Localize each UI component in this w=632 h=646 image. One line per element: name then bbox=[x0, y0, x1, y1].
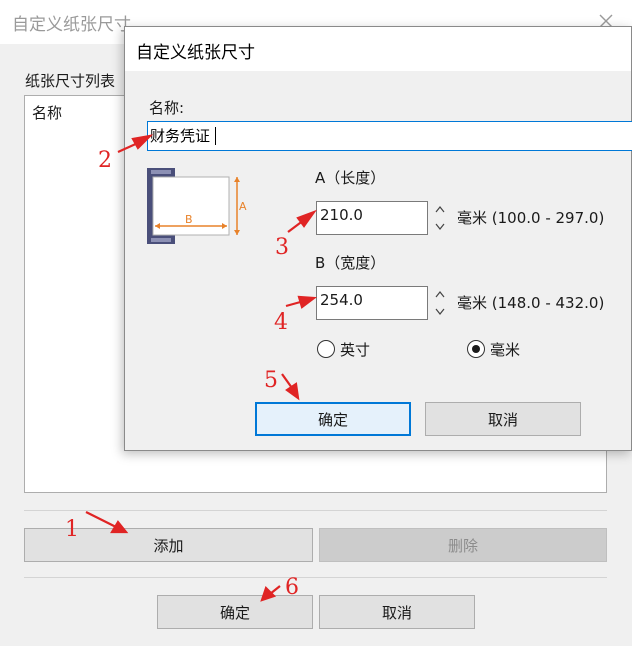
paper-size-diagram: B A bbox=[147, 168, 247, 244]
dimension-a-label: A（长度） bbox=[315, 169, 386, 187]
dimension-b-label: B（宽度） bbox=[315, 254, 386, 272]
dimension-b-range: 毫米 (148.0 - 432.0) bbox=[457, 294, 605, 312]
chevron-down-icon bbox=[435, 223, 445, 230]
name-input[interactable]: 财务凭证 bbox=[147, 121, 632, 151]
annotation-5: 5 bbox=[264, 368, 278, 393]
front-titlebar: 自定义纸张尺寸 bbox=[125, 27, 631, 71]
unit-label-mm: 毫米 bbox=[490, 341, 521, 359]
annotation-6: 6 bbox=[285, 575, 299, 600]
cancel-button[interactable]: 取消 bbox=[425, 402, 581, 436]
dimension-a-input[interactable]: 210.0 bbox=[316, 201, 428, 235]
back-ok-button[interactable]: 确定 bbox=[157, 595, 313, 629]
dimension-b-input[interactable]: 254.0 bbox=[316, 286, 428, 320]
diagram-label-b: B bbox=[185, 213, 193, 226]
unit-label-inch: 英寸 bbox=[340, 341, 371, 359]
annotation-3: 3 bbox=[275, 235, 289, 260]
back-cancel-button[interactable]: 取消 bbox=[319, 595, 475, 629]
diagram-label-a: A bbox=[239, 200, 247, 213]
annotation-1: 1 bbox=[65, 517, 79, 542]
text-caret bbox=[215, 127, 216, 145]
chevron-up-icon bbox=[435, 291, 445, 298]
dimension-b-spinner[interactable] bbox=[434, 286, 446, 320]
chevron-down-icon bbox=[435, 308, 445, 315]
dimension-a-spinner[interactable] bbox=[434, 201, 446, 235]
annotation-2: 2 bbox=[98, 148, 112, 173]
annotation-4: 4 bbox=[274, 310, 288, 335]
dimension-a-range: 毫米 (100.0 - 297.0) bbox=[457, 209, 605, 227]
paper-size-list-label: 纸张尺寸列表 bbox=[25, 72, 116, 90]
front-dialog-title: 自定义纸张尺寸 bbox=[136, 43, 255, 63]
list-column-header-name: 名称 bbox=[32, 104, 63, 122]
ok-button[interactable]: 确定 bbox=[255, 402, 411, 436]
delete-button[interactable]: 删除 bbox=[319, 528, 607, 562]
divider bbox=[24, 510, 607, 511]
divider bbox=[24, 577, 607, 578]
chevron-up-icon bbox=[435, 206, 445, 213]
custom-paper-size-dialog: 自定义纸张尺寸 名称: 财务凭证 B A A（长度） 210.0 毫米 (100… bbox=[124, 26, 632, 451]
name-label: 名称: bbox=[149, 99, 185, 117]
unit-radio-mm[interactable] bbox=[467, 340, 485, 358]
unit-radio-inch[interactable] bbox=[317, 340, 335, 358]
back-dialog-title: 自定义纸张尺寸 bbox=[12, 15, 131, 35]
